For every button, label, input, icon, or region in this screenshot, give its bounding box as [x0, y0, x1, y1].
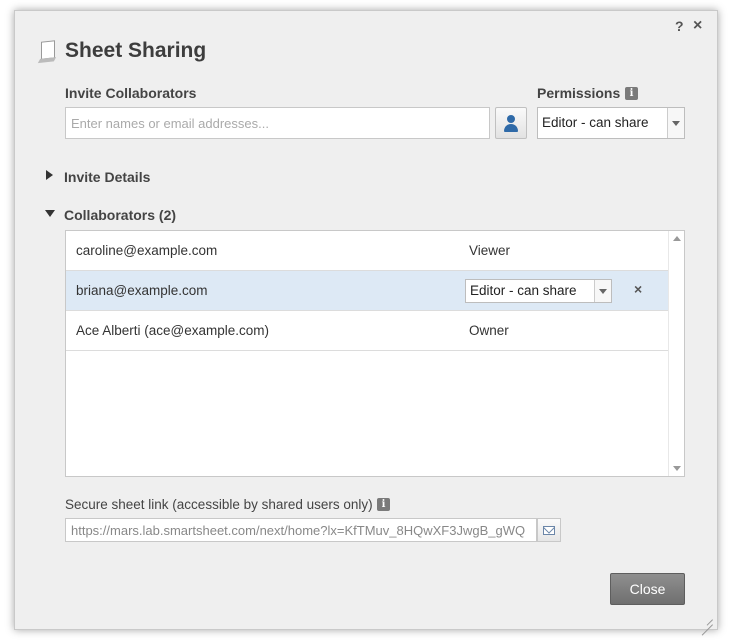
- permissions-select[interactable]: Editor - can share: [537, 107, 685, 139]
- collaborator-permission: Owner: [469, 323, 509, 338]
- collaborator-permission: Viewer: [469, 243, 511, 258]
- permissions-label: Permissions: [537, 85, 621, 101]
- collaborator-permission-value: Editor - can share: [470, 283, 577, 298]
- invite-input[interactable]: [65, 107, 490, 139]
- sheet-icon: [41, 40, 55, 60]
- collaborator-email: Ace Alberti (ace@example.com): [76, 323, 270, 338]
- resize-grip-icon[interactable]: [701, 613, 713, 625]
- collaborator-email: briana@example.com: [76, 283, 208, 298]
- permissions-selected-value: Editor - can share: [542, 115, 649, 130]
- envelope-icon: [543, 526, 555, 535]
- help-button[interactable]: ?: [675, 18, 684, 34]
- collaborator-row-selected[interactable]: briana@example.com Editor - can share ×: [66, 271, 668, 311]
- dialog-title: Sheet Sharing: [65, 39, 207, 62]
- invite-collaborators-label: Invite Collaborators: [65, 85, 197, 101]
- collaborator-email: caroline@example.com: [76, 243, 218, 258]
- secure-link-field[interactable]: [65, 518, 537, 542]
- scroll-down-icon[interactable]: [673, 466, 681, 471]
- chevron-down-icon: [594, 280, 611, 302]
- info-icon[interactable]: i: [377, 498, 390, 511]
- chevron-down-icon: [667, 108, 684, 138]
- info-icon[interactable]: i: [625, 87, 638, 100]
- collaborator-row[interactable]: caroline@example.com Viewer: [66, 231, 668, 271]
- collaborators-scrollbar[interactable]: [668, 231, 684, 476]
- collaborator-row[interactable]: Ace Alberti (ace@example.com) Owner: [66, 311, 668, 351]
- secure-link-label: Secure sheet link (accessible by shared …: [65, 497, 373, 512]
- contact-picker-button[interactable]: [495, 107, 527, 139]
- collaborators-toggle[interactable]: Collaborators (2): [64, 207, 176, 223]
- remove-collaborator-icon[interactable]: ×: [634, 281, 642, 297]
- collaborators-list: caroline@example.com Viewer briana@examp…: [65, 230, 685, 477]
- scroll-up-icon[interactable]: [673, 236, 681, 241]
- collapse-arrow-icon[interactable]: [45, 210, 55, 217]
- sheet-sharing-dialog: Sheet Sharing ? × Invite Collaborators P…: [14, 10, 718, 630]
- close-button[interactable]: Close: [610, 573, 685, 605]
- email-link-button[interactable]: [537, 518, 561, 542]
- expand-arrow-icon[interactable]: [46, 170, 53, 180]
- collaborator-permission-select[interactable]: Editor - can share: [465, 279, 612, 303]
- close-icon[interactable]: ×: [693, 17, 702, 35]
- invite-details-toggle[interactable]: Invite Details: [64, 169, 150, 185]
